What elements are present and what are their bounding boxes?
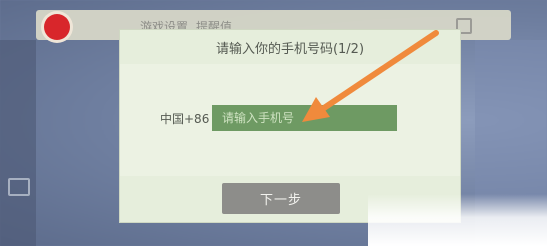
country-code-label[interactable]: 中国+86 (160, 110, 209, 127)
next-step-button[interactable]: 下一步 (222, 183, 340, 214)
dialog-title: 请输入你的手机号码(1/2) (215, 42, 365, 57)
phone-number-input[interactable] (212, 105, 397, 131)
record-icon (44, 14, 70, 40)
watermark-overlay (368, 194, 547, 246)
app-left-sidebar (0, 40, 36, 246)
screen-icon (8, 178, 30, 196)
